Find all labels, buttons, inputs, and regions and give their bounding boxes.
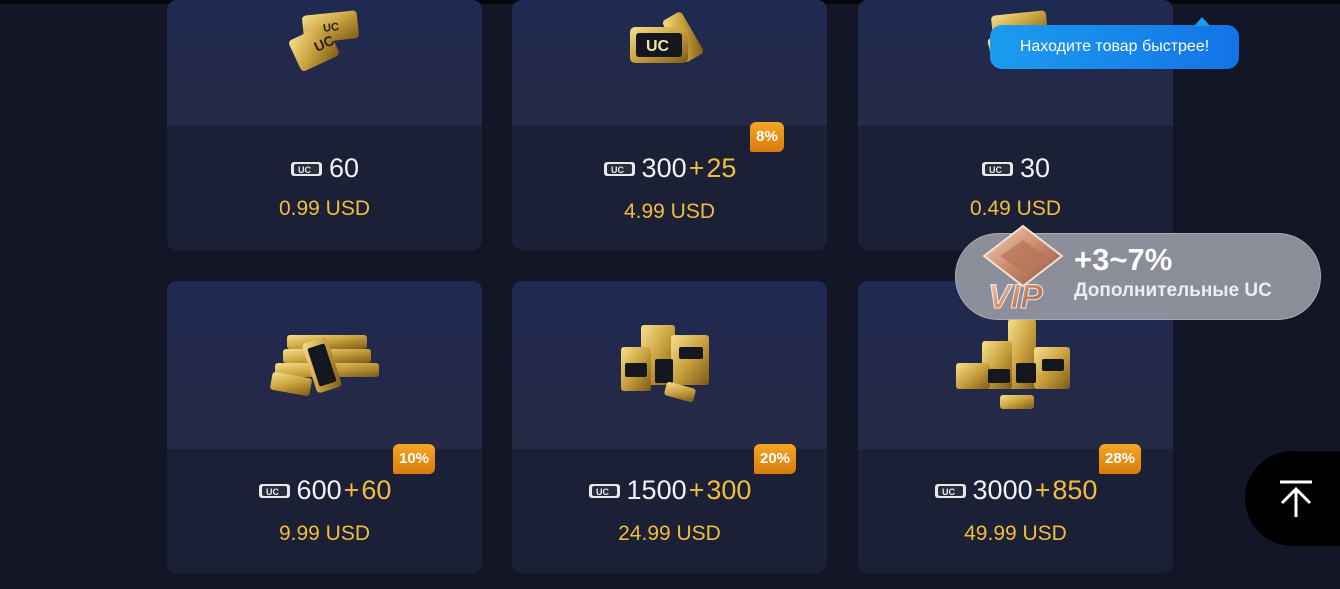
uc-bonus-amount: 25: [706, 153, 737, 183]
uc-bonus-amount: 850: [1052, 475, 1098, 505]
uc-bonus-amount: 300: [706, 475, 752, 505]
tooltip-text: Находите товар быстрее!: [1019, 38, 1210, 55]
price: 24.99 USD: [618, 522, 721, 545]
svg-text:UC: UC: [266, 487, 279, 497]
uc-coin-icon: UC: [290, 161, 322, 176]
uc-pack-image: UC UC: [289, 10, 359, 71]
uc-coin-icon: UC: [934, 483, 966, 498]
uc-base-amount: 3000: [972, 475, 1033, 505]
svg-text:UC: UC: [298, 165, 311, 175]
uc-product-card-60[interactable]: UC UC UC 60 0.99 USD: [167, 0, 482, 250]
uc-coin-icon: UC: [258, 483, 290, 498]
product-image-area: [167, 281, 482, 449]
vip-label: VIP: [988, 278, 1043, 316]
product-image-area: [512, 281, 827, 449]
uc-amount: UC 300 + 25: [512, 153, 827, 184]
svg-text:UC: UC: [596, 487, 609, 497]
uc-base-amount: 1500: [626, 475, 687, 505]
svg-text:UC: UC: [989, 165, 1002, 175]
uc-amount: UC 60: [167, 153, 482, 184]
price: 9.99 USD: [278, 522, 371, 545]
uc-pack-image: [956, 319, 1070, 409]
uc-pack-image: [270, 335, 379, 396]
uc-pack-image: [621, 325, 709, 402]
uc-base-amount: 600: [296, 475, 342, 505]
svg-text:UC: UC: [646, 38, 670, 55]
uc-coin-icon: UC: [603, 161, 635, 176]
uc-coin-icon: UC: [981, 161, 1013, 176]
plus-sign: +: [1034, 475, 1051, 505]
uc-bonus-amount: 60: [361, 475, 392, 505]
vip-bonus-percent: +3~7%: [1074, 242, 1173, 277]
bonus-percent-badge: 8%: [750, 122, 784, 152]
uc-base-amount: 60: [328, 153, 360, 183]
svg-text:UC: UC: [611, 165, 624, 175]
plus-sign: +: [688, 475, 705, 505]
arrow-up-to-top-icon: [1280, 480, 1312, 517]
uc-amount: UC 30: [858, 153, 1173, 184]
uc-product-card-3000[interactable]: 28% UC 3000 + 850 49.99 USD: [858, 281, 1173, 573]
vip-bonus-subtitle: Дополнительные UC: [1074, 280, 1272, 301]
uc-pack-image: UC: [630, 12, 704, 63]
price: 0.99 USD: [278, 197, 371, 220]
product-info: [167, 126, 482, 250]
bonus-percent-badge: 28%: [1099, 444, 1142, 474]
search-hint-tooltip[interactable]: Находите товар быстрее!: [990, 17, 1239, 69]
uc-amount: UC 3000 + 850: [858, 475, 1173, 506]
plus-sign: +: [688, 153, 705, 183]
uc-product-card-300[interactable]: UC 8% UC 300 + 25 4.99 USD: [512, 0, 827, 250]
scroll-to-top-button[interactable]: [1245, 451, 1340, 546]
svg-text:UC: UC: [942, 487, 955, 497]
product-image-area: UC UC: [167, 0, 482, 126]
uc-base-amount: 300: [641, 153, 687, 183]
vip-badge-icon: VIP: [982, 224, 1064, 317]
bonus-percent-badge: 10%: [393, 444, 436, 474]
uc-amount: UC 1500 + 300: [512, 475, 827, 506]
price: 0.49 USD: [969, 197, 1062, 220]
vip-bonus-banner[interactable]: VIP +3~7% Дополнительные UC: [955, 224, 1321, 320]
price: 49.99 USD: [964, 522, 1067, 545]
tooltip-arrow: [1194, 17, 1210, 26]
uc-product-card-600[interactable]: 10% UC 600 + 60 9.99 USD: [167, 281, 482, 573]
product-image-area: UC: [512, 0, 827, 126]
svg-text:UC: UC: [323, 21, 340, 35]
uc-amount: UC 600 + 60: [167, 475, 482, 506]
uc-product-card-1500[interactable]: 20% UC 1500 + 300 24.99 USD: [512, 281, 827, 573]
plus-sign: +: [343, 475, 360, 505]
price: 4.99 USD: [623, 200, 716, 223]
uc-base-amount: 30: [1019, 153, 1051, 183]
uc-coin-icon: UC: [588, 483, 620, 498]
bonus-percent-badge: 20%: [754, 444, 797, 474]
